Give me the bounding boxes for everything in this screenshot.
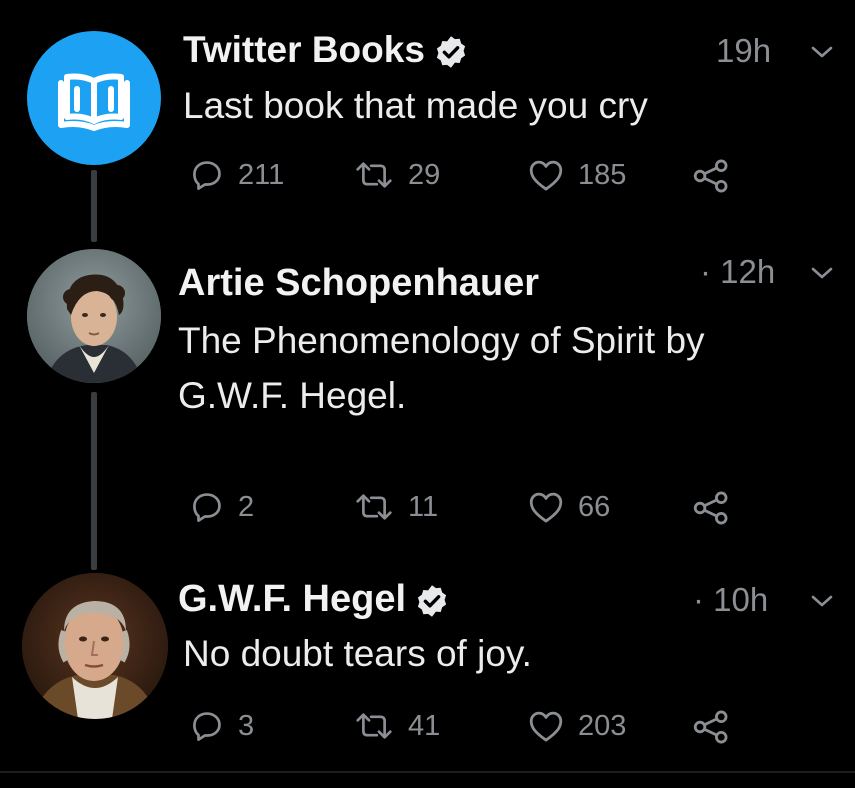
reply-count: 2 — [238, 490, 255, 523]
author-name[interactable]: Twitter Books — [183, 28, 469, 72]
share-icon — [693, 491, 728, 525]
share-icon — [693, 710, 728, 744]
author-name-text[interactable]: G.W.F. Hegel — [178, 578, 406, 620]
share-button[interactable] — [692, 158, 730, 194]
retweet-icon — [356, 494, 392, 520]
tweet-text: G.W.F. Hegel. — [178, 375, 407, 416]
like-count: 203 — [578, 709, 627, 742]
share-button[interactable] — [692, 490, 730, 526]
verified-badge-icon — [417, 585, 447, 617]
tweet-text: The Phenomenology of Spirit by — [178, 320, 705, 361]
artie-schopenhauer-avatar[interactable] — [27, 249, 161, 383]
retweet-button[interactable]: 11 — [354, 490, 438, 524]
thread-line — [91, 170, 97, 242]
reply-button[interactable]: 3 — [190, 709, 254, 743]
author-name-text[interactable]: Artie Schopenhauer — [178, 262, 539, 304]
like-count: 185 — [578, 158, 627, 191]
like-count: 66 — [578, 490, 611, 523]
divider — [0, 771, 855, 773]
chevron-down-icon[interactable] — [810, 594, 834, 608]
retweet-count: 11 — [408, 490, 439, 523]
chevron-down-icon[interactable] — [810, 266, 834, 280]
like-button[interactable]: 185 — [528, 158, 626, 192]
author-name[interactable]: Artie Schopenhauer — [178, 260, 539, 306]
author-name-text[interactable]: Twitter Books — [183, 29, 425, 70]
like-button[interactable]: 66 — [528, 490, 610, 524]
twitter-books-avatar[interactable] — [27, 31, 161, 165]
retweet-icon — [356, 162, 392, 188]
portrait-avatar — [27, 249, 161, 383]
heart-icon — [529, 160, 563, 191]
author-name[interactable]: G.W.F. Hegel — [178, 576, 450, 622]
thread-line — [91, 392, 97, 570]
retweet-icon — [356, 713, 392, 739]
reply-button[interactable]: 211 — [190, 158, 284, 192]
like-button[interactable]: 203 — [528, 709, 626, 743]
open-book-icon — [58, 73, 130, 131]
reply-icon — [193, 493, 221, 522]
heart-icon — [529, 711, 563, 742]
retweet-count: 41 — [408, 709, 441, 742]
tweet-text: Last book that made you cry — [183, 85, 648, 126]
tweet-text: No doubt tears of joy. — [183, 633, 532, 674]
retweet-button[interactable]: 29 — [354, 158, 440, 192]
retweet-button[interactable]: 41 — [354, 709, 440, 743]
portrait-avatar — [22, 573, 168, 719]
reply-icon — [193, 161, 221, 190]
timestamp[interactable]: · 12h — [700, 252, 775, 292]
reply-count: 3 — [238, 709, 255, 742]
reply-icon — [193, 712, 221, 741]
share-icon — [693, 159, 728, 193]
heart-icon — [529, 492, 563, 523]
reply-button[interactable]: 2 — [190, 490, 254, 524]
timestamp[interactable]: 19h — [716, 31, 771, 71]
verified-badge-icon — [436, 36, 466, 68]
share-button[interactable] — [692, 709, 730, 745]
retweet-count: 29 — [408, 158, 441, 191]
hegel-avatar[interactable] — [22, 573, 168, 719]
reply-count: 211 — [238, 158, 285, 191]
chevron-down-icon[interactable] — [810, 45, 834, 59]
timestamp[interactable]: · 10h — [693, 580, 768, 620]
